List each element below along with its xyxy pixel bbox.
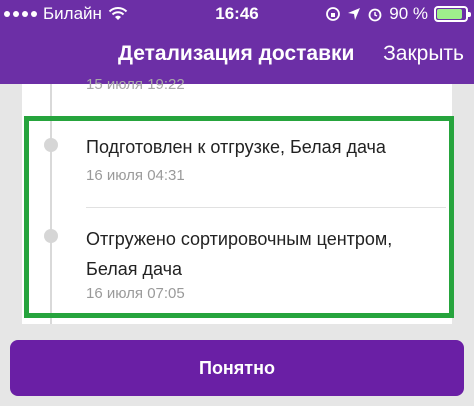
ok-button[interactable]: Понятно <box>10 340 464 396</box>
battery-percent: 90 % <box>389 4 428 23</box>
location-arrow-icon <box>348 8 361 20</box>
battery-level-fill <box>437 9 463 19</box>
status-right: 90 % <box>325 4 471 24</box>
event-title: Отгружено сортировочным центром, Белая д… <box>86 229 393 279</box>
timeline-dot <box>44 138 58 152</box>
event-title: Подготовлен к отгрузке, Белая дача <box>86 137 386 157</box>
event-divider <box>86 207 446 208</box>
app-header: Билайн 16:46 90 % Детализация доставки З… <box>0 0 474 84</box>
timeline-dot <box>44 229 58 243</box>
event-time: 16 июля 04:31 <box>86 167 185 184</box>
event-time: 16 июля 07:05 <box>86 285 185 302</box>
page-title: Детализация доставки <box>118 42 355 65</box>
battery-icon <box>434 6 471 22</box>
rotation-lock-icon <box>326 7 341 21</box>
status-bar: Билайн 16:46 90 % <box>0 0 474 30</box>
timeline-line <box>50 84 52 324</box>
previous-event-time: 15 июля 19:22 <box>86 76 185 93</box>
close-button[interactable]: Закрыть <box>383 42 464 66</box>
alarm-icon <box>368 8 382 22</box>
